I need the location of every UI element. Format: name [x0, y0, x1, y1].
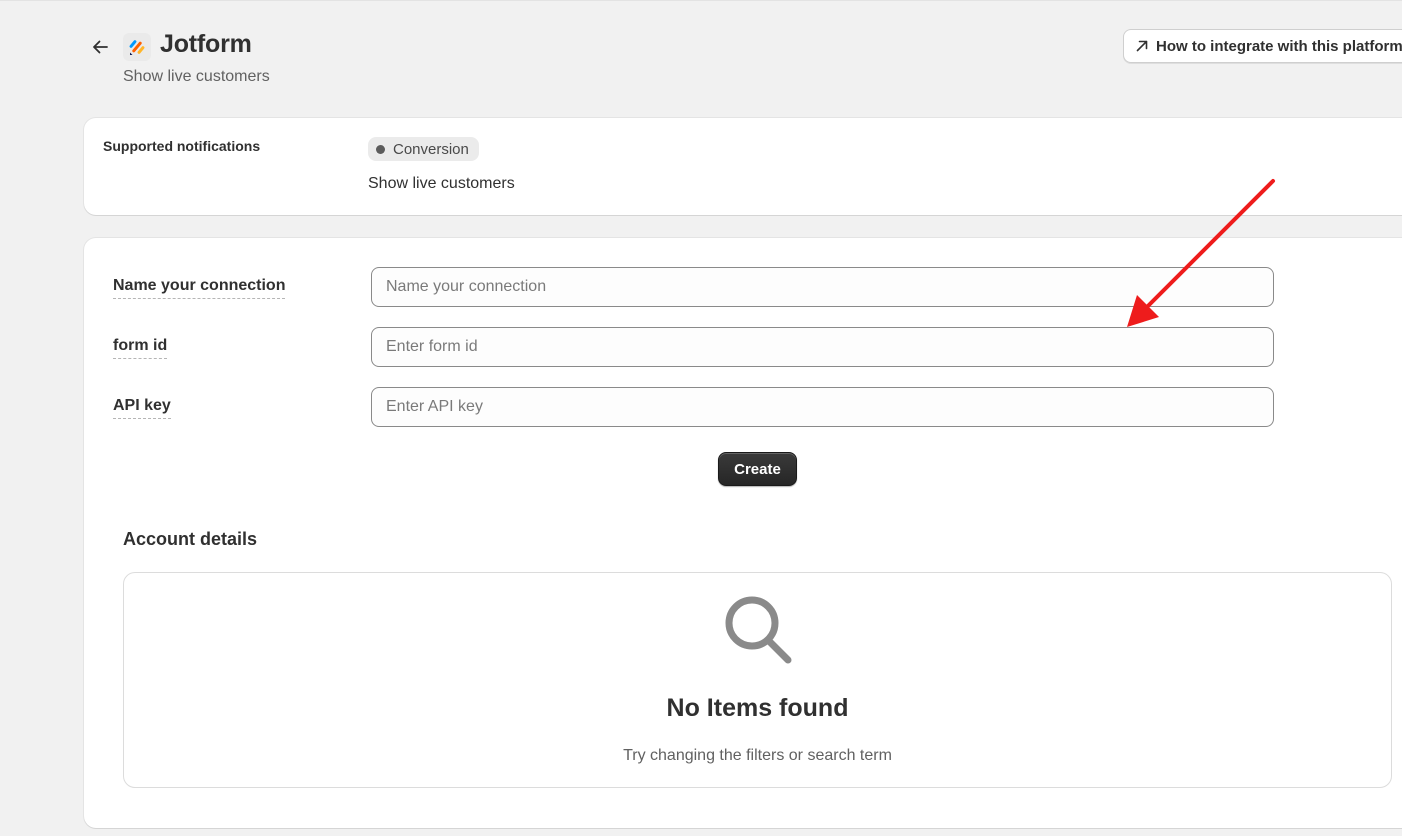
empty-state-subtitle: Try changing the filters or search term: [623, 747, 892, 764]
arrow-left-icon: [93, 40, 108, 54]
connection-name-label: Name your connection: [113, 276, 286, 299]
empty-state-title: No Items found: [666, 694, 849, 722]
api-key-input[interactable]: [371, 387, 1274, 427]
search-icon: [725, 596, 792, 664]
how-to-integrate-label: How to integrate with this platform: [1156, 37, 1402, 55]
jotform-logo-icon: [129, 40, 145, 55]
supported-notifications-label: Supported notifications: [103, 138, 261, 154]
connection-name-input[interactable]: [371, 267, 1274, 307]
notification-description: Show live customers: [368, 175, 515, 192]
how-to-integrate-button[interactable]: How to integrate with this platform: [1123, 29, 1402, 63]
arrow-up-right-icon: [1135, 39, 1149, 53]
badge-dot-icon: [376, 144, 385, 154]
page-title: Jotform: [160, 30, 252, 58]
connection-form-card: Name your connection form id API key Cre…: [84, 238, 1402, 828]
form-id-input[interactable]: [371, 327, 1274, 367]
top-divider: [0, 0, 1402, 1]
create-button[interactable]: Create: [718, 452, 797, 486]
notifications-card: Supported notifications Conversion Show …: [84, 118, 1402, 215]
account-details-title: Account details: [123, 529, 258, 549]
badge-label: Conversion: [393, 140, 469, 158]
empty-state: No Items found Try changing the filters …: [123, 572, 1392, 788]
page-subtitle: Show live customers: [123, 68, 270, 85]
back-button[interactable]: [86, 33, 114, 61]
jotform-logo: [123, 33, 151, 61]
form-id-label: form id: [113, 336, 168, 359]
conversion-badge: Conversion: [368, 137, 479, 161]
api-key-label: API key: [113, 396, 171, 419]
